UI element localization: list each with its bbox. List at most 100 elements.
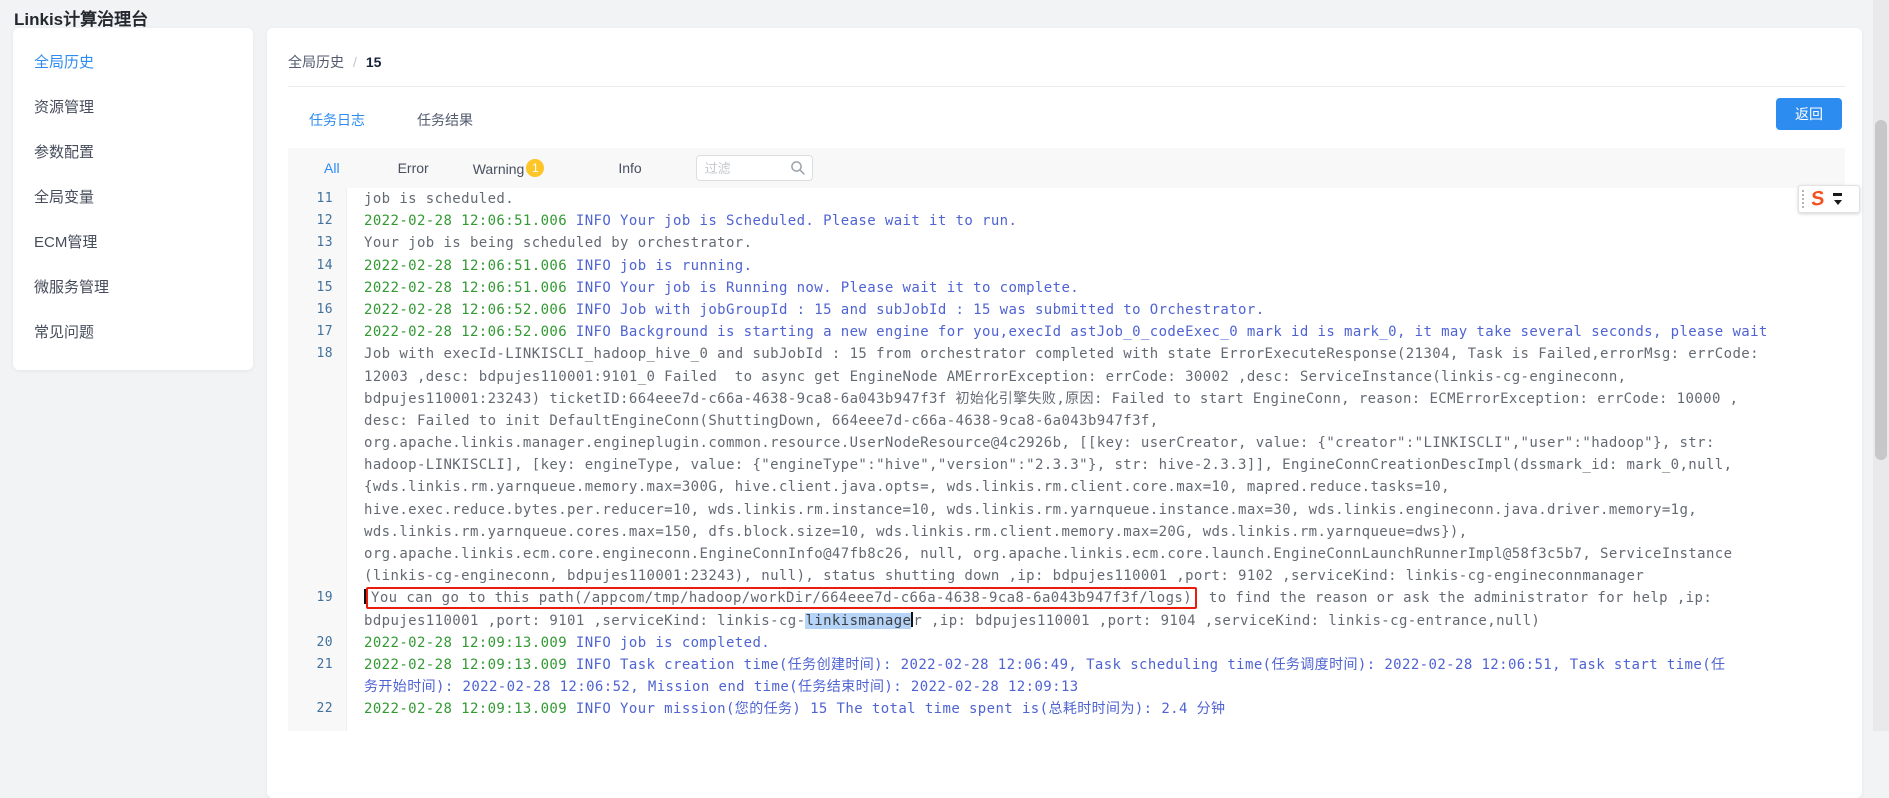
log-row: 172022-02-28 12:06:52.006 INFO Backgroun… [288, 321, 1845, 343]
log-line-content: hive.exec.reduce.bytes.per.reducer=10, w… [346, 499, 1845, 521]
log-timestamp: 2022-02-28 12:06:52.006 [364, 302, 576, 318]
main-panel: 全局历史 / 15 任务日志 任务结果 返回 All Error Warning1 Inf… [267, 28, 1862, 798]
breadcrumb-parent-link[interactable]: 全局历史 [288, 54, 344, 70]
sidebar-item-资源管理[interactable]: 资源管理 [13, 85, 253, 130]
log-row: (linkis-cg-engineconn, bdpujes110001:232… [288, 565, 1845, 587]
log-row: desc: Failed to init DefaultEngineConn(S… [288, 410, 1845, 432]
log-timestamp: 2022-02-28 12:09:13.009 [364, 701, 576, 717]
log-row: bdpujes110001:23243) ticketID:664eee7d-c… [288, 388, 1845, 410]
log-message: INFO Your job is Scheduled. Please wait … [576, 213, 1017, 229]
log-text: r ,ip: bdpujes110001 ,port: 9104 ,servic… [913, 613, 1540, 629]
line-number: 12 [288, 210, 346, 232]
log-line-content: wds.linkis.rm.yarnqueue.cores.max=150, d… [346, 521, 1845, 543]
log-line-content: You can go to this path(/appcom/tmp/hado… [346, 587, 1845, 609]
log-filter-bar: All Error Warning1 Info [288, 148, 1845, 188]
line-number [288, 388, 346, 410]
app-title: Linkis计算治理台 [14, 5, 148, 30]
ime-logo-icon: S [1810, 188, 1826, 210]
log-row: 13 Your job is being scheduled by orchest… [288, 232, 1845, 254]
sidebar-item-常见问题[interactable]: 常见问题 [13, 310, 253, 355]
breadcrumb-current: 15 [366, 54, 382, 70]
log-text: to find the reason or ask the administra… [1200, 590, 1712, 606]
log-message: INFO Your job is Running now. Please wai… [576, 280, 1079, 296]
log-line-content: bdpujes110001:23243) ticketID:664eee7d-c… [346, 388, 1845, 410]
log-viewer[interactable]: 11job is scheduled.122022-02-28 12:06:51… [288, 188, 1845, 731]
tab-task-result[interactable]: 任务结果 [417, 110, 473, 130]
log-timestamp: 2022-02-28 12:06:51.006 [364, 258, 576, 274]
log-row: wds.linkis.rm.yarnqueue.cores.max=150, d… [288, 521, 1845, 543]
log-filter-error[interactable]: Error [398, 160, 429, 176]
log-line-content: 2022-02-28 12:06:52.006 INFO Job with jo… [346, 299, 1845, 321]
log-text: (linkis-cg-engineconn, bdpujes110001:232… [364, 568, 1644, 584]
line-number: 22 [288, 698, 346, 720]
sidebar-item-全局历史[interactable]: 全局历史 [13, 40, 253, 85]
line-number: 14 [288, 255, 346, 277]
log-line-content: 2022-02-28 12:06:52.006 INFO Background … [346, 321, 1845, 343]
log-filter-search [696, 155, 813, 181]
log-line-content: 2022-02-28 12:06:51.006 INFO Your job is… [346, 277, 1845, 299]
log-timestamp: 2022-02-28 12:06:51.006 [364, 280, 576, 296]
log-text: 12003 ,desc: bdpujes110001:9101_0 Failed… [364, 369, 1627, 385]
line-number: 11 [288, 188, 346, 210]
log-text: bdpujes110001 ,port: 9101 ,serviceKind: … [364, 613, 805, 629]
log-text: {wds.linkis.rm.yarnqueue.memory.max=300G… [364, 479, 1450, 495]
log-row: 142022-02-28 12:06:51.006 INFO job is ru… [288, 255, 1845, 277]
log-timestamp: 2022-02-28 12:09:13.009 [364, 635, 576, 651]
line-number: 17 [288, 321, 346, 343]
breadcrumb: 全局历史 / 15 [288, 52, 381, 72]
log-line-content: desc: Failed to init DefaultEngineConn(S… [346, 410, 1845, 432]
page-scrollbar-thumb[interactable] [1875, 120, 1887, 460]
line-number: 13 [288, 232, 346, 254]
line-number [288, 676, 346, 698]
log-text: Your job is being scheduled by orchestra… [364, 235, 752, 251]
log-line-content: bdpujes110001 ,port: 9101 ,serviceKind: … [346, 610, 1845, 632]
log-text: bdpujes110001:23243) ticketID:664eee7d-c… [364, 391, 1738, 407]
log-line-content: {wds.linkis.rm.yarnqueue.memory.max=300G… [346, 476, 1845, 498]
log-row: 务开始时间): 2022-02-28 12:06:52, Mission end… [288, 676, 1845, 698]
log-row: 212022-02-28 12:09:13.009 INFO Task crea… [288, 654, 1845, 676]
log-row: 202022-02-28 12:09:13.009 INFO job is co… [288, 632, 1845, 654]
page-scrollbar-track[interactable] [1873, 0, 1889, 731]
log-message: INFO Background is starting a new engine… [576, 324, 1768, 340]
back-button[interactable]: 返回 [1776, 98, 1842, 130]
log-row: 122022-02-28 12:06:51.006 INFO Your job … [288, 210, 1845, 232]
log-row: 152022-02-28 12:06:51.006 INFO Your job … [288, 277, 1845, 299]
log-filter-all[interactable]: All [324, 160, 340, 176]
line-number [288, 432, 346, 454]
tab-task-log[interactable]: 任务日志 [309, 110, 365, 130]
breadcrumb-separator: / [353, 54, 357, 70]
sidebar-item-参数配置[interactable]: 参数配置 [13, 130, 253, 175]
log-row: org.apache.linkis.manager.engineplugin.c… [288, 432, 1845, 454]
log-message: INFO job is running. [576, 258, 753, 274]
log-message: INFO Task creation time(任务创建时间): 2022-02… [576, 657, 1726, 673]
log-row: 162022-02-28 12:06:52.006 INFO Job with … [288, 299, 1845, 321]
log-text: org.apache.linkis.ecm.core.engineconn.En… [364, 546, 1732, 562]
line-number: 15 [288, 277, 346, 299]
log-row: 12003 ,desc: bdpujes110001:9101_0 Failed… [288, 366, 1845, 388]
line-number [288, 476, 346, 498]
ime-minimize-icon[interactable] [1833, 193, 1842, 196]
ime-controls [1833, 193, 1842, 205]
log-line-content: job is scheduled. [346, 188, 1845, 210]
sidebar-item-微服务管理[interactable]: 微服务管理 [13, 265, 253, 310]
search-icon [790, 160, 806, 176]
log-message: INFO Your mission(您的任务) 15 The total tim… [576, 701, 1226, 717]
log-filter-info[interactable]: Info [618, 160, 641, 176]
log-text: wds.linkis.rm.yarnqueue.cores.max=150, d… [364, 524, 1468, 540]
log-row: 18Job with execId-LINKISCLI_hadoop_hive_… [288, 343, 1845, 365]
log-line-content: Your job is being scheduled by orchestra… [346, 232, 1845, 254]
line-number [288, 610, 346, 632]
sidebar-item-全局变量[interactable]: 全局变量 [13, 175, 253, 220]
log-row: hive.exec.reduce.bytes.per.reducer=10, w… [288, 499, 1845, 521]
log-line-content: (linkis-cg-engineconn, bdpujes110001:232… [346, 565, 1845, 587]
sidebar-item-ECM管理[interactable]: ECM管理 [13, 220, 253, 265]
ime-toolbar[interactable]: S [1798, 185, 1860, 213]
log-filter-warning[interactable]: Warning1 [473, 159, 545, 177]
log-text: hadoop-LINKISCLI], [key: engineType, val… [364, 457, 1732, 473]
ime-dropdown-icon[interactable] [1834, 200, 1842, 205]
line-number: 16 [288, 299, 346, 321]
log-line-content: 2022-02-28 12:06:51.006 INFO job is runn… [346, 255, 1845, 277]
log-line-content: 12003 ,desc: bdpujes110001:9101_0 Failed… [346, 366, 1845, 388]
ime-drag-handle-icon[interactable] [1802, 190, 1804, 208]
log-text: org.apache.linkis.manager.engineplugin.c… [364, 435, 1715, 451]
